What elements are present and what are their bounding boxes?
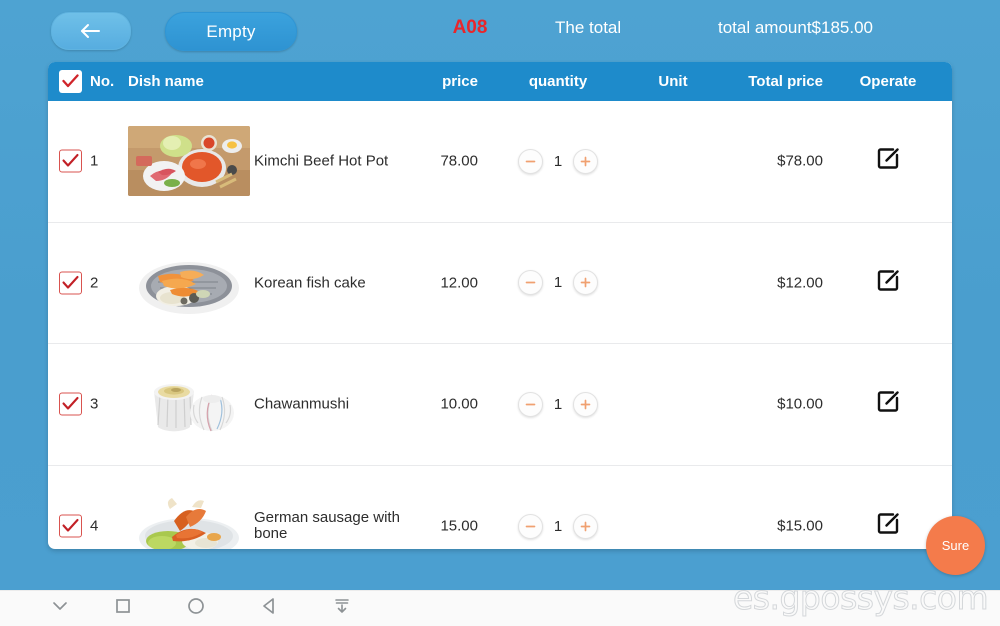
back-triangle-icon [258,595,280,622]
quantity-value: 1 [553,274,563,292]
decrease-quantity-button[interactable] [518,513,543,539]
row-price: 10.00 [440,395,478,413]
dish-image [128,369,250,440]
confirm-sure-button[interactable]: Sure [926,516,985,575]
select-all-checkbox[interactable] [59,70,82,93]
header-total-price: Total price [748,73,823,90]
nav-chevron-down-button[interactable] [38,591,82,626]
quantity-stepper: 1 [498,513,618,539]
row-total-price: $12.00 [777,274,823,292]
table-row: 2 Korean fish cake 12.00 1 $12.00 [48,223,952,344]
increase-quantity-button[interactable] [573,148,598,174]
row-checkbox[interactable] [59,271,82,295]
hide-keyboard-icon [331,595,353,622]
header-no: No. [90,73,115,90]
empty-button[interactable]: Empty [165,12,297,51]
order-table-card: No. Dish name price quantity Unit Total … [48,62,952,549]
dish-image [128,126,250,197]
row-number: 1 [90,152,99,170]
operate-cell[interactable] [838,511,938,541]
square-icon [112,595,134,622]
quantity-stepper: 1 [498,270,618,296]
quantity-value: 1 [553,517,563,535]
circle-icon [185,595,207,622]
system-navigation-bar [0,590,1000,626]
top-bar: Empty A08 The total total amount$185.00 [0,0,1000,62]
increase-quantity-button[interactable] [573,391,598,417]
quantity-value: 1 [553,152,563,170]
total-amount: total amount$185.00 [718,18,874,37]
row-number: 2 [90,274,99,292]
empty-button-label: Empty [206,21,256,41]
table-header-row: No. Dish name price quantity Unit Total … [48,62,952,101]
table-code: A08 [452,17,488,38]
header-operate: Operate [859,73,917,90]
row-total-price: $10.00 [777,395,823,413]
quantity-value: 1 [553,395,563,413]
table-row: 4 German sausage with bone 15.00 1 $15.0… [48,466,952,549]
header-price: price [442,73,478,90]
row-price: 78.00 [440,152,478,170]
quantity-stepper: 1 [498,148,618,174]
row-checkbox[interactable] [59,514,82,538]
edit-icon[interactable] [876,511,901,541]
increase-quantity-button[interactable] [573,513,598,539]
dish-image [128,247,250,318]
operate-cell[interactable] [838,146,938,176]
table-body: 1 Kimchi Beef Hot Pot 78.00 1 $78.00 2 K… [48,101,952,549]
confirm-sure-label: Sure [941,538,970,553]
row-total-price: $15.00 [777,517,823,535]
app-root: Empty A08 The total total amount$185.00 … [0,0,1000,590]
row-checkbox[interactable] [59,149,82,173]
total-label: The total [555,18,622,37]
decrease-quantity-button[interactable] [518,270,543,296]
row-checkbox[interactable] [59,392,82,416]
quantity-stepper: 1 [498,391,618,417]
edit-icon[interactable] [876,268,901,298]
table-row: 3 Chawanmushi 10.00 1 $10.00 [48,344,952,466]
nav-recents-button[interactable] [101,591,145,626]
row-number: 3 [90,395,99,413]
dish-image [128,491,250,549]
nav-home-button[interactable] [174,591,218,626]
back-arrow-icon [79,23,103,39]
operate-cell[interactable] [838,268,938,298]
nav-hide-keyboard-button[interactable] [320,591,364,626]
increase-quantity-button[interactable] [573,270,598,296]
row-number: 4 [90,517,99,535]
row-total-price: $78.00 [777,152,823,170]
nav-back-button[interactable] [247,591,291,626]
chevron-down-icon [49,595,71,622]
header-dish-name: Dish name [128,73,204,90]
edit-icon[interactable] [876,389,901,419]
operate-cell[interactable] [838,389,938,419]
decrease-quantity-button[interactable] [518,148,543,174]
back-button[interactable] [51,12,131,50]
row-price: 12.00 [440,274,478,292]
table-row: 1 Kimchi Beef Hot Pot 78.00 1 $78.00 [48,101,952,223]
header-unit: Unit [658,73,688,90]
row-price: 15.00 [440,517,478,535]
header-quantity: quantity [528,73,588,90]
edit-icon[interactable] [876,146,901,176]
decrease-quantity-button[interactable] [518,391,543,417]
